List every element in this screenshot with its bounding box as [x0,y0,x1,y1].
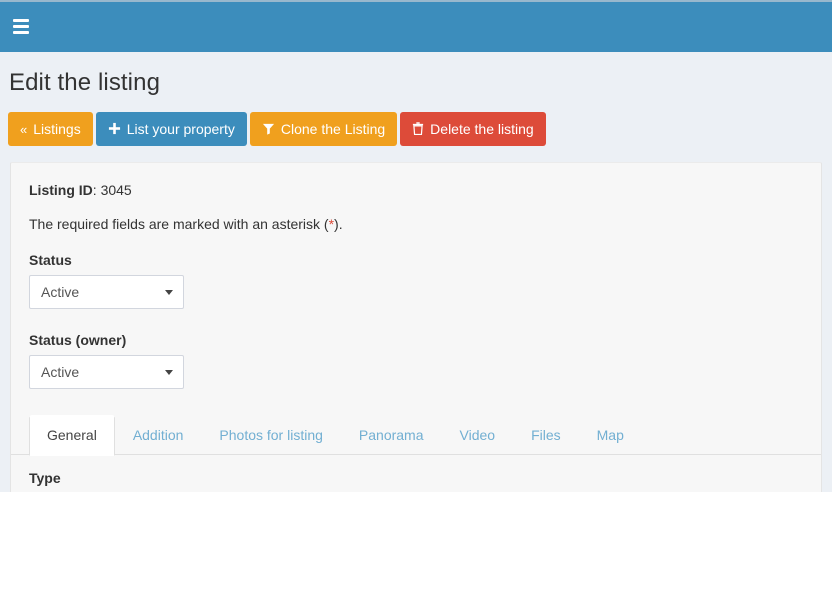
action-button-toolbar: « Listings List your property Clone the L… [0,98,832,146]
app-page: Edit the listing « Listings List your pro… [0,0,832,600]
tab-files-link[interactable]: Files [513,415,579,455]
top-navbar [0,0,832,52]
plus-icon [108,120,121,140]
double-chevron-left-icon: « [20,121,28,137]
tab-addition-link[interactable]: Addition [115,415,202,455]
hamburger-bar [13,31,29,34]
trash-icon [412,120,424,140]
listing-id-separator: : [92,182,101,198]
hamburger-menu-icon[interactable] [8,16,34,40]
tab-video[interactable]: Video [442,415,514,455]
status-owner-select[interactable]: Active [29,355,184,389]
status-owner-select-value: Active [41,364,80,380]
list-your-property-button[interactable]: List your property [95,112,247,146]
hamburger-bar [13,25,29,28]
tab-general[interactable]: General [29,415,115,456]
clone-the-listing-button[interactable]: Clone the Listing [249,112,398,146]
listing-tabs: General Addition Photos for listing Pano… [11,415,821,456]
required-fields-note: The required fields are marked with an a… [29,215,803,233]
chevron-down-icon [165,290,173,295]
clone-the-listing-button-label: Clone the Listing [280,120,386,137]
listing-id-label: Listing ID [29,182,93,198]
listings-button[interactable]: « Listings [8,112,93,146]
tab-video-link[interactable]: Video [442,415,514,455]
status-label: Status [29,252,72,268]
tab-map-link[interactable]: Map [579,415,642,455]
listings-button-label: Listings [33,120,81,137]
status-select-wrap: Active [29,275,184,309]
tab-panorama[interactable]: Panorama [341,415,442,455]
hamburger-bar [13,19,29,22]
tab-photos-for-listing[interactable]: Photos for listing [201,415,341,455]
tab-files[interactable]: Files [513,415,579,455]
tab-addition[interactable]: Addition [115,415,202,455]
status-select[interactable]: Active [29,275,184,309]
tab-general-link[interactable]: General [29,415,115,456]
page-title: Edit the listing [9,69,161,96]
status-owner-label: Status (owner) [29,332,127,348]
filter-icon [262,120,275,140]
delete-the-listing-button-label: Delete the listing [430,120,534,137]
tab-map[interactable]: Map [579,415,642,455]
required-note-text-end: ). [334,216,343,232]
tabs-container: General Addition Photos for listing Pano… [11,415,821,456]
page-bottom-whitespace [0,492,832,600]
status-owner-select-wrap: Active [29,355,184,389]
list-your-property-button-label: List your property [126,120,235,137]
status-select-value: Active [41,284,80,300]
listing-id-value: 3045 [100,182,132,198]
required-note-text: The required fields are marked with an a… [29,216,329,232]
chevron-down-icon [165,370,173,375]
type-label: Type [29,470,61,486]
delete-the-listing-button[interactable]: Delete the listing [400,112,546,146]
content-wrapper: Edit the listing « Listings List your pro… [0,52,832,550]
tab-panorama-link[interactable]: Panorama [341,415,442,455]
tab-photos-for-listing-link[interactable]: Photos for listing [201,415,341,455]
listing-id-row: Listing ID: 3045 [29,181,803,199]
